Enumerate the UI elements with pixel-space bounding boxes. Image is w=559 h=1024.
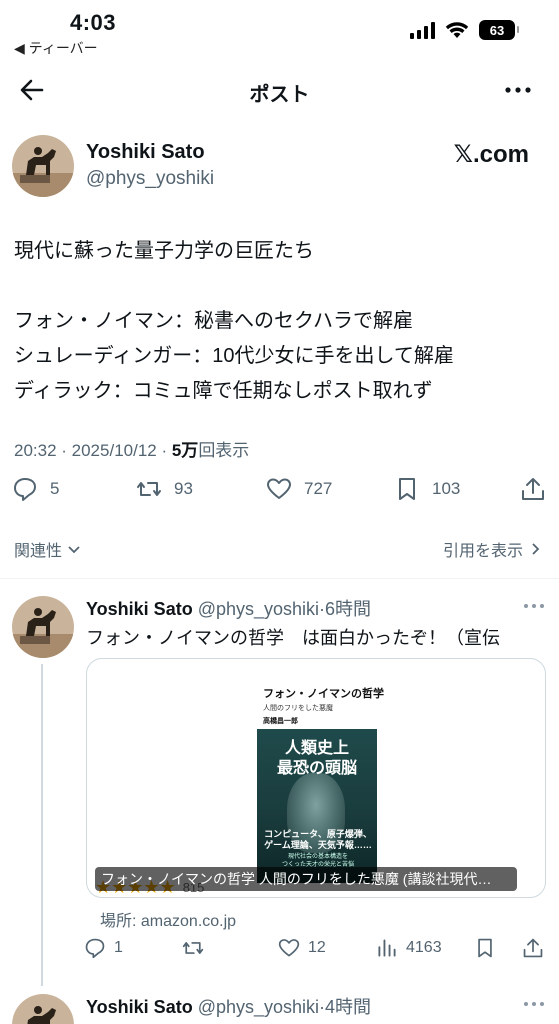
view-label: 回表示 (198, 441, 250, 460)
share-icon (523, 938, 543, 958)
back-to-app-link[interactable]: ◀ ティーバー (14, 38, 98, 58)
reply-author-name[interactable]: Yoshiki Sato (86, 599, 193, 619)
reply-views-button[interactable]: 4163 (376, 937, 442, 959)
bookmark-button[interactable]: 103 (394, 476, 460, 502)
tweet-meta: 20:32 · 2025/10/12 · 5万回表示 (14, 436, 249, 461)
x-logo: 𝕏.com (453, 141, 529, 168)
tweet-text: 現代に蘇った量子力学の巨匠たち フォン・ノイマン：秘書へのセクハラで解雇 シュレ… (14, 234, 549, 409)
reply-more-icon[interactable] (523, 602, 545, 610)
reply-reply-count: 1 (114, 939, 123, 956)
chevron-down-icon (68, 546, 80, 554)
tweet-timestamp: 20:32 · 2025/10/12 · (14, 441, 172, 460)
book-tagline-line: コンピュータ、原子爆弾、 (264, 829, 372, 839)
tweet-line: 現代に蘇った量子力学の巨匠たち (14, 240, 314, 262)
reply-author-name[interactable]: Yoshiki Sato (86, 997, 193, 1017)
reply-text: フォン・ノイマンの哲学 は面白かったぞ！（宣伝 (86, 628, 500, 648)
reply-like-count: 12 (308, 939, 326, 956)
reply-count: 5 (50, 479, 60, 498)
reply-author-handle[interactable]: @phys_yoshiki (198, 599, 319, 619)
book-author: 高橋昌一郎 (263, 718, 298, 725)
cellular-signal-icon (410, 21, 435, 39)
reply-repost-button[interactable] (182, 937, 204, 959)
heart-icon (278, 939, 300, 957)
status-time: 4:03 (70, 10, 117, 35)
author-avatar[interactable] (12, 135, 74, 197)
tweet-line: ディラック：コミュ障で任期なしポスト取れず (14, 380, 433, 402)
reply-icon (85, 938, 105, 959)
reply-header: Yoshiki Sato @phys_yoshiki·4時間 (86, 997, 372, 1017)
share-button[interactable] (520, 476, 546, 502)
page-title: ポスト (249, 84, 310, 106)
reply-time: 6時間 (325, 599, 372, 619)
bookmark-icon (399, 478, 415, 500)
card-domain[interactable]: 場所: amazon.co.jp (100, 907, 236, 931)
tweet-line: フォン・ノイマン：秘書へのセクハラで解雇 (14, 310, 413, 332)
book-cover-image: フォン・ノイマンの哲学 人間のフリをした悪魔 高橋昌一郎 人類史上 最恐の頭脳 … (255, 677, 384, 883)
repost-button[interactable]: 93 (136, 476, 193, 502)
book-headline: 人類史上 最恐の頭脳 (257, 739, 377, 779)
views-chart-icon (378, 939, 396, 957)
author-name[interactable]: Yoshiki Sato (86, 141, 205, 164)
reply-more-icon[interactable] (523, 1000, 545, 1008)
reply-time: 4時間 (325, 997, 372, 1017)
reply-header: Yoshiki Sato @phys_yoshiki·6時間 (86, 599, 372, 619)
author-handle[interactable]: @phys_yoshiki (86, 168, 214, 190)
book-subtitle: 人間のフリをした悪魔 (263, 705, 333, 712)
view-count: 5万 (171, 441, 199, 460)
tweet-actions: 5 93 727 103 (0, 476, 559, 512)
book-tagline: コンピュータ、原子爆弾、 ゲーム理論、天気予報…… (263, 829, 373, 851)
tweet-line-blank (14, 269, 549, 304)
like-button[interactable]: 727 (266, 476, 332, 502)
reply-views-count: 4163 (406, 939, 442, 956)
status-bar: 4:03 ◀ ティーバー 63 (0, 0, 559, 62)
heart-icon (267, 478, 291, 499)
repost-icon (137, 482, 161, 496)
nav-header: ポスト (0, 62, 559, 118)
link-card[interactable]: フォン・ノイマンの哲学 人間のフリをした悪魔 高橋昌一郎 人類史上 最恐の頭脳 … (86, 658, 546, 898)
reply-button[interactable]: 5 (12, 476, 59, 502)
repost-icon (182, 942, 204, 954)
bookmark-count: 103 (432, 479, 461, 498)
book-headline-line: 人類史上 (284, 740, 349, 757)
divider (0, 578, 559, 579)
book-title: フォン・ノイマンの哲学 (263, 688, 384, 700)
reply-avatar[interactable] (12, 596, 74, 658)
view-quotes-link[interactable]: 引用を表示 (443, 537, 543, 561)
share-icon (522, 478, 544, 500)
reply-share-button[interactable] (522, 937, 544, 959)
like-count: 727 (304, 479, 333, 498)
reply-like-button[interactable]: 12 (278, 937, 326, 959)
reply-author-handle[interactable]: @phys_yoshiki (198, 997, 319, 1017)
relevance-label: 関連性 (14, 543, 63, 560)
tweet-line: シュレーディンガー：10代少女に手を出して解雇 (14, 345, 454, 367)
reply-actions: 1 12 4163 (0, 937, 559, 965)
book-tagline-line: 現代社会の基本構造を (287, 854, 348, 860)
reply-reply-button[interactable]: 1 (84, 937, 123, 959)
chevron-right-icon (532, 543, 540, 555)
book-tagline-line: ゲーム理論、天気予報…… (264, 840, 372, 850)
bookmark-icon (478, 938, 492, 958)
card-title-overlay: フォン・ノイマンの哲学 人間のフリをした悪魔 (講談社現代… (95, 867, 517, 891)
status-icons: 63 (410, 20, 519, 40)
more-options-icon[interactable] (503, 78, 533, 102)
view-quotes-label: 引用を表示 (442, 543, 523, 560)
book-headline-line: 最恐の頭脳 (276, 760, 357, 777)
reply-bookmark-button[interactable] (474, 937, 496, 959)
sort-relevance-dropdown[interactable]: 関連性 (14, 537, 82, 561)
reply-icon (14, 478, 36, 501)
reply-avatar[interactable] (12, 994, 74, 1024)
repost-count: 93 (174, 479, 193, 498)
wifi-icon (445, 22, 469, 38)
battery-icon: 63 (479, 20, 519, 40)
